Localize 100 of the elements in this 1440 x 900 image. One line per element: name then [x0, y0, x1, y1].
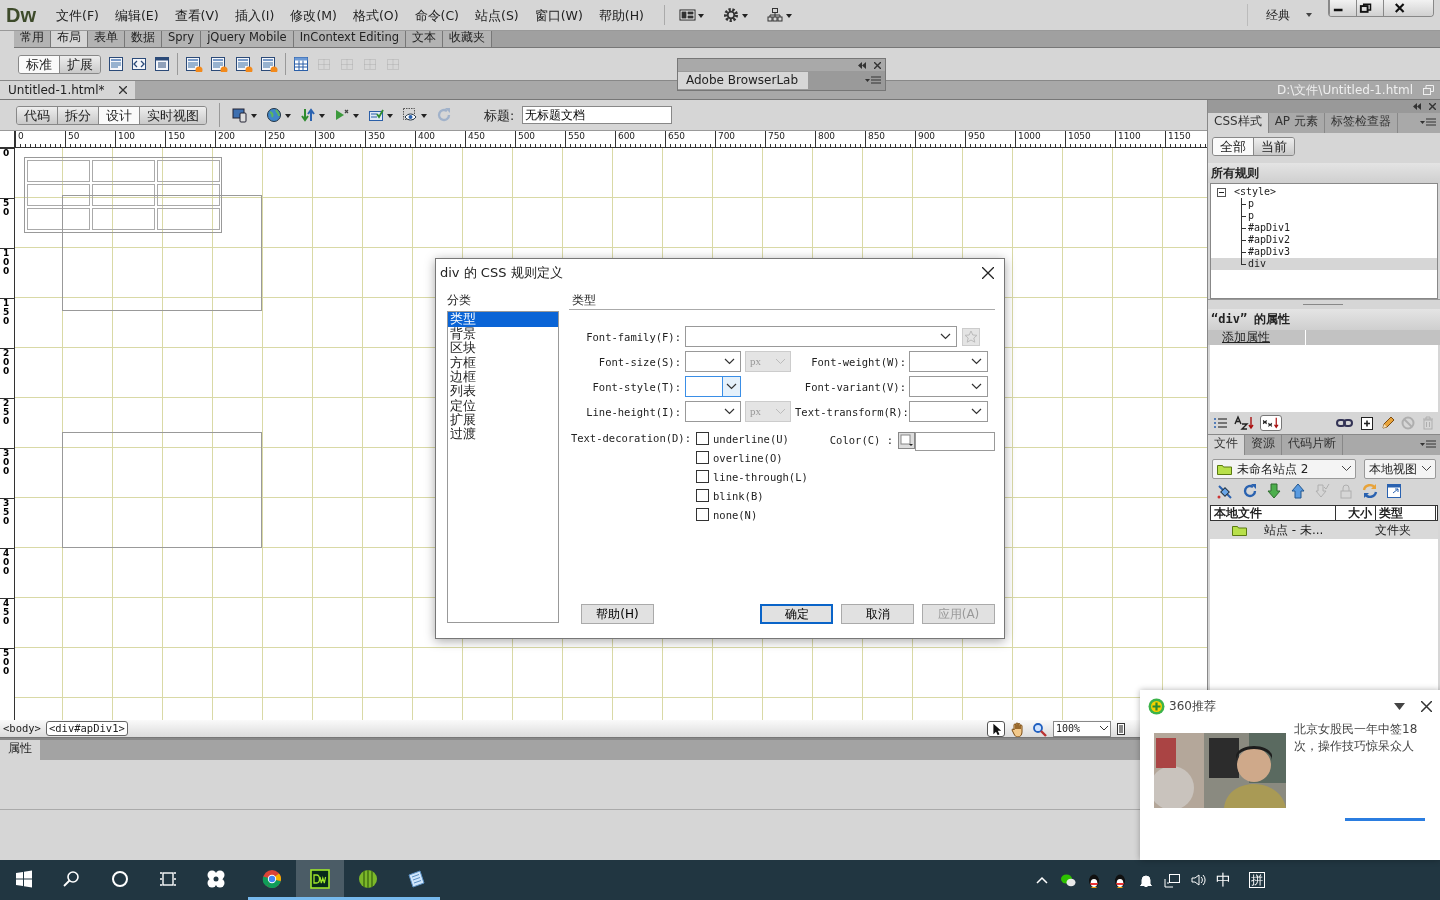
category-item[interactable]: 边框 [448, 369, 558, 385]
layout-menu-icon[interactable] [679, 7, 705, 23]
bamboo-icon[interactable] [358, 868, 378, 889]
globe-menu-icon[interactable] [266, 107, 292, 123]
column-header[interactable]: 大小 [1336, 505, 1376, 521]
workspace-switcher[interactable]: 经典 [1266, 7, 1312, 23]
checkbox[interactable]: overline(O) [696, 451, 783, 465]
layer-box[interactable] [62, 195, 262, 311]
panel-tab[interactable]: 属性 [0, 740, 40, 760]
input-mode-indicator[interactable]: 中 [1216, 871, 1231, 889]
mode-button[interactable]: 全部 [1213, 138, 1254, 155]
category-item[interactable]: 区块 [448, 341, 558, 356]
tree-item[interactable]: <style> [1234, 186, 1277, 199]
zoom-dropdown[interactable]: 100% [1053, 720, 1111, 737]
menu-item[interactable]: 命令(C) [408, 5, 465, 25]
insert-tab[interactable]: 常用 [14, 31, 51, 47]
widget-icon[interactable] [185, 56, 203, 72]
dropdown[interactable] [909, 401, 988, 423]
preview-menu-icon[interactable] [402, 107, 428, 123]
dropdown[interactable] [909, 351, 988, 373]
chat-icon[interactable] [1060, 872, 1076, 888]
sync-icon[interactable] [1362, 482, 1378, 499]
pinwheel-icon[interactable] [206, 868, 226, 889]
panel-tab[interactable]: 资源 [1245, 434, 1282, 455]
panel-tab[interactable]: 代码片断 [1282, 434, 1343, 455]
mode-button[interactable]: 扩展 [60, 55, 100, 73]
star-button[interactable] [962, 327, 980, 346]
insert-tab[interactable]: jQuery Mobile [201, 31, 294, 47]
devices-menu-icon[interactable] [232, 107, 258, 123]
category-item[interactable]: 类型 [448, 312, 558, 327]
frame-icon[interactable] [154, 56, 170, 72]
pencil-icon[interactable] [1380, 414, 1396, 431]
tree-item[interactable]: div [1211, 258, 1437, 271]
insert-tab[interactable]: Spry [162, 31, 202, 47]
category-item[interactable]: 方框 [448, 355, 558, 370]
dialog-button[interactable]: 取消 [841, 604, 914, 624]
notification-icon[interactable] [1138, 872, 1154, 888]
view-button[interactable]: 设计 [99, 106, 140, 124]
view-button[interactable]: 实时视图 [140, 106, 206, 124]
tag-icon[interactable] [131, 56, 147, 72]
mode-button[interactable]: 标准 [19, 55, 60, 73]
category-item[interactable]: 扩展 [448, 413, 558, 428]
mode-button[interactable]: 当前 [1254, 138, 1294, 155]
dropdown[interactable] [909, 376, 988, 398]
menu-item[interactable]: 格式(O) [346, 5, 405, 25]
search-icon[interactable] [62, 868, 82, 889]
settings-menu-icon[interactable] [723, 7, 749, 23]
dialog-button[interactable]: 确定 [760, 604, 833, 624]
document-tab[interactable]: Untitled-1.html* [0, 81, 135, 99]
menu-item[interactable]: 编辑(E) [108, 5, 165, 25]
checkbox[interactable]: blink(B) [696, 489, 764, 503]
widget-icon[interactable] [210, 56, 228, 72]
close-button[interactable] [1383, 0, 1433, 16]
validate-menu-icon[interactable] [368, 107, 394, 123]
dropdown[interactable] [685, 351, 741, 373]
start-icon[interactable] [14, 868, 34, 889]
insert-tab[interactable]: InContext Editing [293, 31, 407, 47]
volume-icon[interactable] [1190, 872, 1206, 888]
dropdown-icon[interactable] [1394, 703, 1405, 710]
menu-item[interactable]: 帮助(H) [592, 5, 650, 25]
dropdown[interactable] [685, 326, 957, 348]
div-icon[interactable] [108, 56, 124, 72]
menu-item[interactable]: 文件(F) [50, 5, 105, 25]
insert-tab[interactable]: 表单 [88, 31, 125, 47]
pointer-icon[interactable] [987, 720, 1005, 737]
menu-item[interactable]: 修改(M) [284, 5, 343, 25]
close-icon[interactable] [118, 86, 127, 94]
tag-selector-item[interactable]: <body> [0, 721, 44, 736]
menu-item[interactable]: 查看(V) [168, 5, 225, 25]
insert-tab[interactable]: 布局 [51, 31, 88, 47]
table-icon[interactable] [293, 56, 309, 72]
insert-tab[interactable]: 数据 [125, 31, 162, 47]
close-icon[interactable] [1421, 701, 1432, 712]
checkbox[interactable]: none(N) [696, 508, 758, 522]
category-item[interactable]: 定位 [448, 398, 558, 413]
cortana-icon[interactable] [110, 868, 130, 889]
view-button[interactable]: 拆分 [58, 106, 99, 124]
column-header[interactable]: 类型 [1376, 505, 1436, 521]
network-icon[interactable] [1164, 872, 1180, 888]
collapse-icon[interactable] [858, 61, 866, 69]
penguin-icon[interactable] [1112, 872, 1128, 888]
file-name[interactable]: 站点 - 未... [1264, 522, 1324, 538]
category-item[interactable]: 背景 [448, 326, 558, 342]
checkbox[interactable]: line-through(L) [696, 470, 808, 484]
dw-app-icon[interactable] [310, 868, 330, 889]
view-dropdown[interactable]: 本地视图 [1364, 458, 1436, 479]
window-size-icon[interactable] [1115, 721, 1127, 736]
color-swatch[interactable] [898, 432, 915, 450]
news-headline[interactable]: 北京女股民一年中签18次，操作技巧惊呆众人 [1294, 721, 1424, 808]
plug-icon[interactable] [1216, 482, 1234, 499]
insert-tab[interactable]: 收藏夹 [443, 31, 493, 47]
ime-indicator[interactable]: 拼 [1249, 872, 1265, 888]
panel-tab[interactable]: CSS样式 [1208, 113, 1269, 133]
layer-box[interactable] [62, 432, 262, 548]
chrome-icon[interactable] [262, 868, 282, 889]
debug-menu-icon[interactable] [334, 107, 360, 123]
transfer-menu-icon[interactable] [300, 107, 326, 123]
category-item[interactable]: 列表 [448, 384, 558, 399]
panel-menu-icon[interactable] [1420, 118, 1436, 128]
dropdown[interactable] [685, 376, 741, 398]
